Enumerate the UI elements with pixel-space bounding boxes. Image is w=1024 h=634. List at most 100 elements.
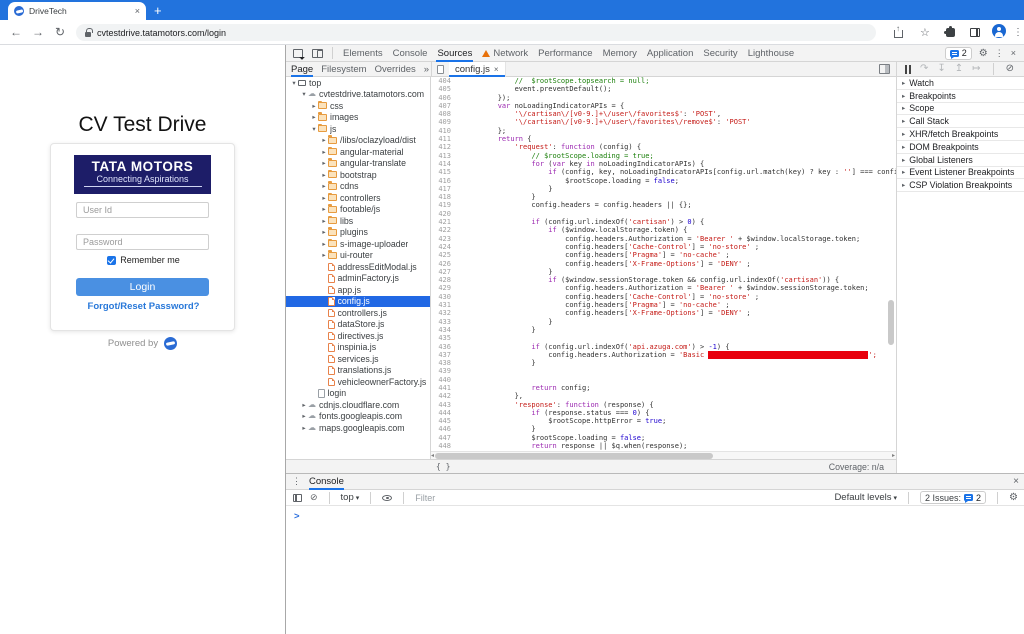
expander-icon[interactable]: ▸ [300,424,308,432]
tree-item-config-js[interactable]: config.js [286,296,430,308]
tree-item-maps-googleapis-com[interactable]: ▸☁maps.googleapis.com [286,422,430,434]
line-number[interactable]: 405 [431,85,456,93]
editor-tab-close-icon[interactable]: × [494,65,499,74]
expander-icon[interactable]: ▾ [310,125,318,133]
tree-item-vehicleownerfactory-js[interactable]: vehicleownerFactory.js [286,376,430,388]
back-icon[interactable]: ← [10,24,22,40]
line-number[interactable]: 427 [431,268,456,276]
console-filter-input[interactable] [415,493,665,503]
line-number[interactable]: 439 [431,367,456,375]
profile-button[interactable] [992,22,1006,39]
code-editor[interactable]: 404 // $rootScope.topsearch = null;405 e… [431,77,896,451]
expander-icon[interactable]: ▸ [320,205,328,213]
line-number[interactable]: 423 [431,235,456,243]
line-number[interactable]: 408 [431,110,456,118]
line-number[interactable]: 419 [431,201,456,209]
sidebar-section-xhr-fetch-breakpoints[interactable]: ▸XHR/fetch Breakpoints [897,128,1024,141]
share-button[interactable] [894,24,903,41]
devtools-tab-network[interactable]: Network [477,45,533,62]
forgot-password-link[interactable]: Forgot/Reset Password? [51,301,236,312]
line-number[interactable]: 424 [431,243,456,251]
tree-item-datastore-js[interactable]: dataStore.js [286,319,430,331]
settings-gear-icon[interactable]: ⚙ [979,48,988,59]
line-number[interactable]: 426 [431,260,456,268]
password-field[interactable] [76,234,209,250]
line-number[interactable]: 416 [431,177,456,185]
expander-icon[interactable]: ▸ [320,159,328,167]
line-number[interactable]: 446 [431,425,456,433]
sidebar-section-breakpoints[interactable]: ▸Breakpoints [897,90,1024,103]
expander-icon[interactable]: ▸ [320,171,328,179]
extensions-button[interactable] [946,24,955,41]
tree-item-footable-js[interactable]: ▸footable/js [286,204,430,216]
line-number[interactable]: 411 [431,135,456,143]
scrollbar-thumb[interactable] [888,300,894,345]
address-bar[interactable]: cvtestdrive.tatamotors.com/login [76,24,876,41]
expander-icon[interactable]: ▸ [320,194,328,202]
navigator-tab-filesystem[interactable]: Filesystem [321,62,366,77]
line-number[interactable]: 447 [431,434,456,442]
expander-icon[interactable]: ▸ [320,251,328,259]
line-number[interactable]: 436 [431,343,456,351]
tree-item-libs[interactable]: ▸libs [286,215,430,227]
browser-tab[interactable]: DriveTech × [8,2,146,20]
line-number[interactable]: 430 [431,293,456,301]
sidebar-section-csp-violation-breakpoints[interactable]: ▸CSP Violation Breakpoints [897,179,1024,192]
tree-item-directives-js[interactable]: directives.js [286,330,430,342]
tree-item-login[interactable]: login [286,388,430,400]
live-expression-icon[interactable] [382,495,392,501]
line-number[interactable]: 418 [431,193,456,201]
line-number[interactable]: 444 [431,409,456,417]
navigator-tab-overrides[interactable]: Overrides [375,62,416,77]
expander-icon[interactable]: ▸ [310,102,318,110]
sidebar-section-watch[interactable]: ▸Watch [897,77,1024,90]
line-number[interactable]: 432 [431,309,456,317]
line-number[interactable]: 414 [431,160,456,168]
drawer-menu-icon[interactable]: ⋮ [292,476,301,487]
pretty-print-icon[interactable]: { } [436,462,450,471]
devtools-tab-performance[interactable]: Performance [533,45,597,62]
issues-button[interactable]: 2 [945,47,972,60]
line-number[interactable]: 421 [431,218,456,226]
sidebar-section-global-listeners[interactable]: ▸Global Listeners [897,154,1024,167]
tree-item-angular-material[interactable]: ▸angular-material [286,146,430,158]
line-number[interactable]: 417 [431,185,456,193]
expander-icon[interactable]: ▸ [320,240,328,248]
line-number[interactable]: 415 [431,168,456,176]
devtools-tab-lighthouse[interactable]: Lighthouse [743,45,799,62]
split-view-icon[interactable] [879,64,890,74]
expander-icon[interactable]: ▸ [320,148,328,156]
inspect-element-icon[interactable] [293,49,303,58]
devtools-tab-memory[interactable]: Memory [598,45,642,62]
expander-icon[interactable]: ▾ [290,79,298,87]
device-toolbar-icon[interactable] [312,49,323,58]
more-tabs-icon[interactable]: » [424,62,429,77]
tree-item-s-image-uploader[interactable]: ▸s-image-uploader [286,238,430,250]
tree-item--libs-oclazyload-dist[interactable]: ▸/libs/oclazyload/dist [286,135,430,147]
console-tab[interactable]: Console [309,474,344,490]
devtools-tab-security[interactable]: Security [698,45,742,62]
login-button[interactable]: Login [76,278,209,296]
tree-item-images[interactable]: ▸images [286,112,430,124]
tree-item-controllers-js[interactable]: controllers.js [286,307,430,319]
sidebar-section-event-listener-breakpoints[interactable]: ▸Event Listener Breakpoints [897,167,1024,180]
line-number[interactable]: 404 [431,77,456,85]
remember-me[interactable]: Remember me [51,255,236,265]
devtools-menu-icon[interactable]: ⋮ [995,48,1004,59]
console-sidebar-icon[interactable] [293,494,302,502]
bookmark-button[interactable]: ☆ [920,24,930,41]
new-tab-button[interactable]: + [154,3,162,19]
expander-icon[interactable]: ▸ [320,217,328,225]
line-number[interactable]: 412 [431,143,456,151]
editor-tab-configjs[interactable]: config.js × [449,62,506,77]
tree-item-bootstrap[interactable]: ▸bootstrap [286,169,430,181]
tree-item-ui-router[interactable]: ▸ui-router [286,250,430,262]
tree-item-app-js[interactable]: app.js [286,284,430,296]
line-number[interactable]: 438 [431,359,456,367]
tree-item-fonts-googleapis-com[interactable]: ▸☁fonts.googleapis.com [286,411,430,423]
line-number[interactable]: 406 [431,94,456,102]
sidebar-section-call-stack[interactable]: ▸Call Stack [897,115,1024,128]
pause-script-icon[interactable] [905,65,911,74]
tree-item-js[interactable]: ▾js [286,123,430,135]
line-number[interactable]: 409 [431,118,456,126]
